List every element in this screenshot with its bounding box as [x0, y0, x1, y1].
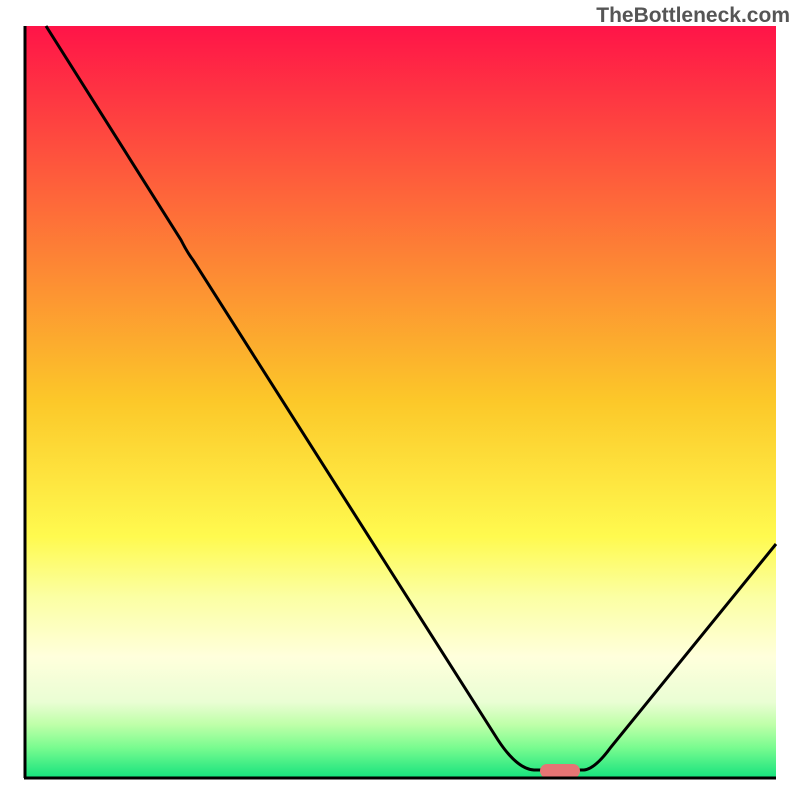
- chart-svg: [0, 0, 800, 800]
- chart-background: [25, 26, 776, 777]
- bottleneck-chart: TheBottleneck.com: [0, 0, 800, 800]
- optimum-marker: [540, 764, 580, 778]
- watermark-text: TheBottleneck.com: [596, 4, 790, 28]
